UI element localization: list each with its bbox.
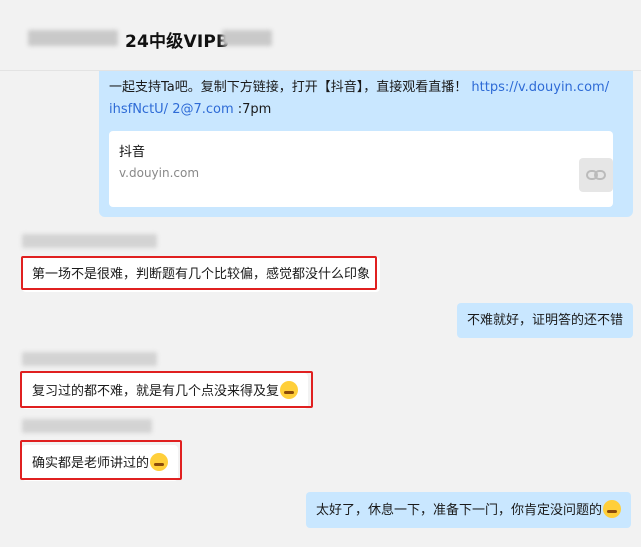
message-bubble-right[interactable]: 不难就好，证明答的还不错 — [457, 303, 634, 338]
sender-name — [22, 419, 152, 433]
highlight-box — [20, 440, 182, 480]
link-card-domain: v.douyin.com — [119, 166, 200, 180]
highlight-box — [21, 256, 377, 290]
link-icon — [579, 158, 613, 192]
chat-header: 24中级VIPB — [0, 0, 641, 71]
share-text-after: :7pm — [233, 102, 272, 117]
blurred-name — [28, 30, 118, 46]
share-link-message[interactable]: 一起支持Ta吧。复制下方链接，打开【抖音】，直接观看直播！ https://v.… — [99, 71, 633, 217]
highlight-box — [20, 371, 313, 408]
share-text: 一起支持Ta吧。复制下方链接，打开【抖音】，直接观看直播！ https://v.… — [109, 77, 619, 121]
link-card-title: 抖音 — [119, 145, 146, 160]
share-link[interactable]: https://v.douyin.com/ — [471, 80, 609, 95]
emoji-icon — [603, 500, 622, 518]
message-bubble-right[interactable]: 太好了，休息一下，准备下一门，你肯定没问题的 — [306, 492, 632, 528]
message-text: 太好了，休息一下，准备下一门，你肯定没问题的 — [316, 503, 603, 518]
sender-name — [22, 234, 157, 248]
link-preview-card[interactable]: 抖音 v.douyin.com — [109, 131, 613, 207]
blurred-name — [222, 30, 272, 46]
chat-title[interactable]: 24中级VIPB — [125, 27, 229, 52]
message-text: 不难就好，证明答的还不错 — [467, 313, 624, 328]
sender-name — [22, 352, 157, 366]
share-text-before: 一起支持Ta吧。复制下方链接，打开【抖音】，直接观看直播！ — [109, 80, 472, 95]
share-link-cont[interactable]: ihsfNctU/ 2@7.com — [109, 102, 234, 117]
message-list[interactable]: 一起支持Ta吧。复制下方链接，打开【抖音】，直接观看直播！ https://v.… — [0, 71, 641, 547]
